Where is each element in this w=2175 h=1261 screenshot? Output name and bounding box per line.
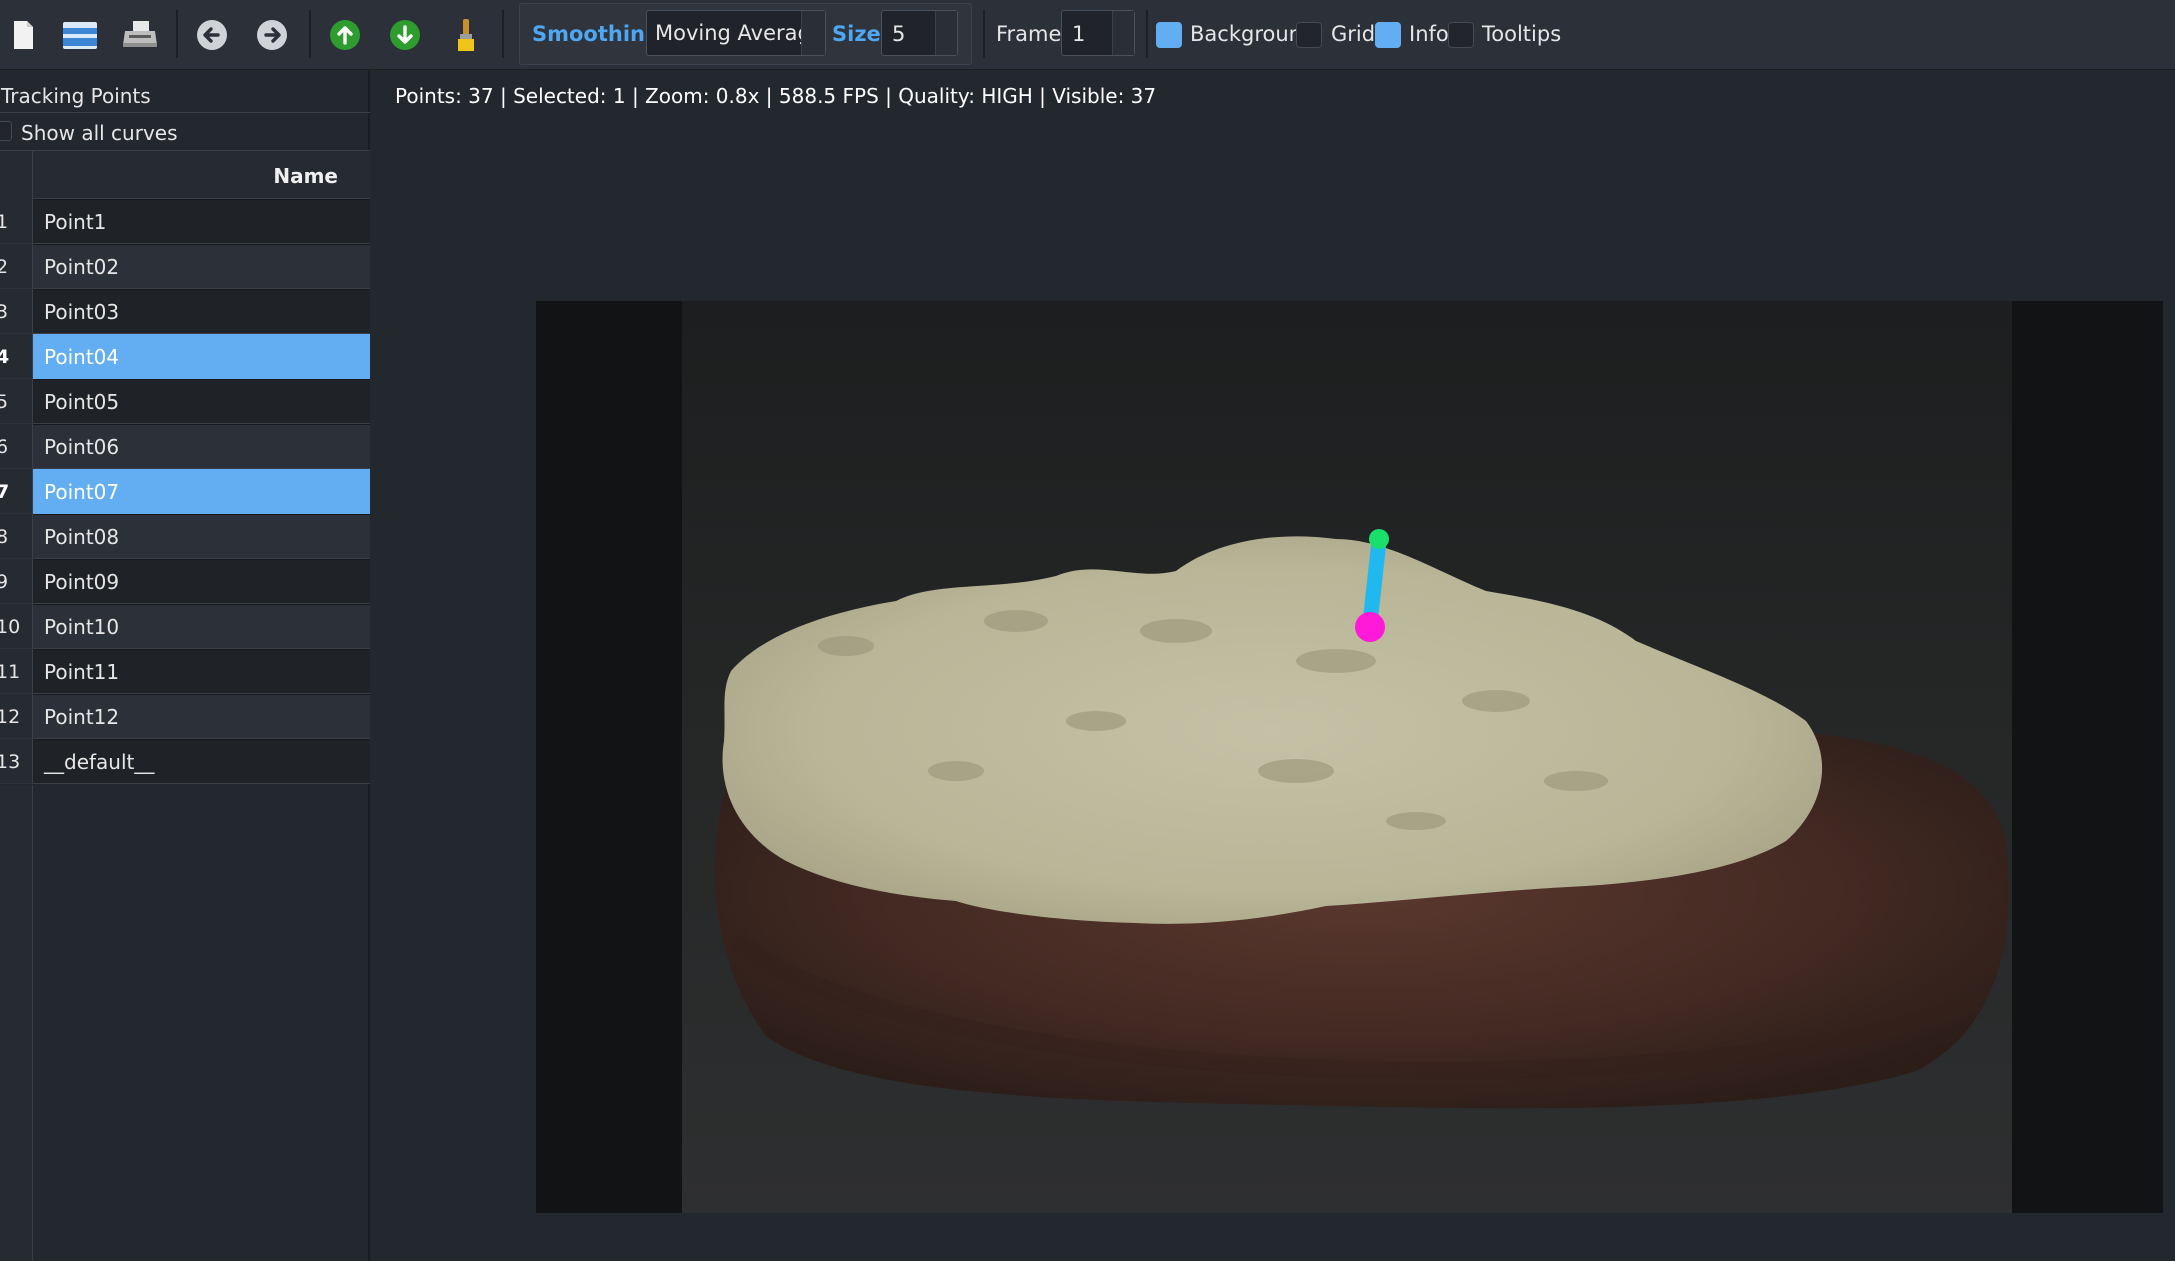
new-file-button[interactable] — [0, 12, 46, 58]
point-name-cell[interactable]: Point02 — [33, 244, 370, 289]
chevron-down-icon — [801, 11, 825, 55]
column-header-name[interactable]: Name — [273, 164, 338, 188]
arrow-up-green-icon — [330, 20, 360, 50]
arrow-right-icon — [257, 20, 287, 50]
background-image[interactable] — [536, 301, 2163, 1213]
table-row[interactable]: 12 Point12 — [0, 694, 370, 739]
table-row[interactable]: 7 Point07 — [0, 469, 370, 514]
curve-start-point — [1369, 529, 1389, 549]
tracking-curve-line — [1362, 533, 1387, 631]
toolbar: Smoothing: Moving Average Size: 5 Frame:… — [0, 0, 2175, 70]
info-label: Info — [1409, 22, 1449, 46]
toolbar-separator — [176, 10, 178, 58]
curve-end-point — [1355, 612, 1385, 642]
open-file-button[interactable] — [57, 12, 103, 58]
point-name-cell[interactable]: Point07 — [33, 469, 370, 514]
row-index[interactable]: 10 — [0, 604, 33, 649]
table-row[interactable]: 5 Point05 — [0, 379, 370, 424]
frame-label: Frame: — [996, 22, 1069, 46]
brush-icon — [458, 19, 474, 51]
grid-label: Grid — [1331, 22, 1376, 46]
point-name-cell[interactable]: Point1 — [33, 199, 370, 244]
toolbar-separator — [502, 10, 504, 58]
table-row[interactable]: 2 Point02 — [0, 244, 370, 289]
row-index[interactable]: 9 — [0, 559, 33, 604]
open-folder-icon — [63, 22, 97, 49]
point-name-cell[interactable]: Point09 — [33, 559, 370, 604]
table-row[interactable]: 1 Point1 — [0, 199, 370, 244]
points-table: Name 1 Point1 2 Point02 3 Point03 4 Point04 5 Poi… — [0, 150, 370, 784]
toolbar-separator — [309, 10, 311, 58]
row-index[interactable]: 1 — [0, 199, 33, 244]
arrow-left-icon — [197, 20, 227, 50]
row-index[interactable]: 8 — [0, 514, 33, 559]
grid-checkbox[interactable] — [1296, 22, 1322, 48]
redo-button[interactable] — [249, 12, 295, 58]
spin-arrows-icon[interactable] — [1112, 11, 1134, 55]
frame-spinbox[interactable]: 1 — [1061, 10, 1135, 56]
point-name-cell[interactable]: Point11 — [33, 649, 370, 694]
info-checkbox[interactable] — [1375, 22, 1401, 48]
background-photo — [536, 301, 2163, 1213]
table-corner[interactable] — [0, 151, 33, 199]
show-all-curves-toggle[interactable]: Show all curves — [0, 115, 370, 147]
save-icon — [123, 21, 157, 47]
move-down-button[interactable] — [382, 12, 428, 58]
tracking-points-panel: Tracking Points Show all curves Name 1 Po… — [0, 70, 370, 1261]
table-row[interactable]: 8 Point08 — [0, 514, 370, 559]
row-index[interactable]: 12 — [0, 694, 33, 739]
move-up-button[interactable] — [322, 12, 368, 58]
toolbar-separator — [1146, 10, 1148, 58]
row-index[interactable]: 11 — [0, 649, 33, 694]
smoothing-select-value: Moving Average — [655, 21, 824, 45]
table-body: 1 Point1 2 Point02 3 Point03 4 Point04 5 Point05 6… — [0, 199, 370, 784]
row-index[interactable]: 3 — [0, 289, 33, 334]
smoothing-select[interactable]: Moving Average — [646, 10, 826, 56]
table-row[interactable]: 11 Point11 — [0, 649, 370, 694]
point-name-cell[interactable]: Point10 — [33, 604, 370, 649]
point-name-cell[interactable]: Point05 — [33, 379, 370, 424]
table-row[interactable]: 10 Point10 — [0, 604, 370, 649]
table-row[interactable]: 13 __default__ — [0, 739, 370, 784]
point-name-cell[interactable]: __default__ — [33, 739, 370, 784]
table-row[interactable]: 4 Point04 — [0, 334, 370, 379]
info-overlay: Points: 37 | Selected: 1 | Zoom: 0.8x | … — [395, 84, 1157, 108]
point-name-cell[interactable]: Point12 — [33, 694, 370, 739]
row-index[interactable]: 5 — [0, 379, 33, 424]
undo-button[interactable] — [189, 12, 235, 58]
save-file-button[interactable] — [117, 12, 163, 58]
new-file-icon — [14, 21, 33, 49]
point-name-cell[interactable]: Point04 — [33, 334, 370, 379]
table-row[interactable]: 3 Point03 — [0, 289, 370, 334]
row-index[interactable]: 6 — [0, 424, 33, 469]
table-row[interactable]: 9 Point09 — [0, 559, 370, 604]
arrow-down-green-icon — [390, 20, 420, 50]
background-checkbox[interactable] — [1156, 22, 1182, 48]
clear-button[interactable] — [443, 12, 489, 58]
size-spinbox[interactable]: 5 — [881, 10, 958, 56]
show-all-curves-checkbox[interactable] — [0, 121, 12, 141]
table-header: Name — [0, 150, 370, 199]
row-index[interactable]: 2 — [0, 244, 33, 289]
curve-viewport[interactable]: Points: 37 | Selected: 1 | Zoom: 0.8x | … — [372, 70, 2175, 1261]
tooltips-label: Tooltips — [1482, 22, 1562, 46]
divider — [0, 112, 370, 113]
show-all-curves-label: Show all curves — [21, 121, 178, 145]
spin-arrows-icon[interactable] — [935, 11, 957, 55]
point-name-cell[interactable]: Point08 — [33, 514, 370, 559]
tooltips-checkbox[interactable] — [1448, 22, 1474, 48]
table-row[interactable]: 6 Point06 — [0, 424, 370, 469]
row-index[interactable]: 4 — [0, 334, 33, 379]
row-index[interactable]: 13 — [0, 739, 33, 784]
point-name-cell[interactable]: Point03 — [33, 289, 370, 334]
app-window: Smoothing: Moving Average Size: 5 Frame:… — [0, 0, 2175, 1261]
size-spinbox-value: 5 — [892, 22, 906, 46]
panel-title: Tracking Points — [1, 84, 151, 108]
point-name-cell[interactable]: Point06 — [33, 424, 370, 469]
row-header-fill — [0, 785, 33, 1261]
row-index[interactable]: 7 — [0, 469, 33, 514]
toolbar-separator — [983, 10, 985, 58]
frame-spinbox-value: 1 — [1072, 22, 1086, 46]
